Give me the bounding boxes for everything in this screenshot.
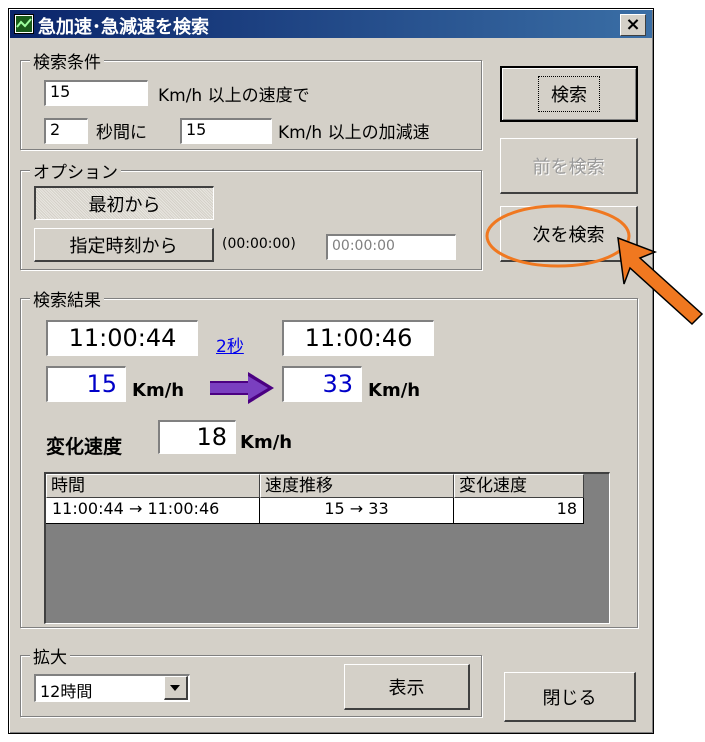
start-speed-display: 15 [46,366,126,402]
close-window-button[interactable]: × [620,14,646,36]
seconds-input[interactable]: 2 [44,118,88,144]
change-speed-display: 18 [158,420,236,454]
change-speed-label: 変化速度 [46,436,123,458]
options-legend: オプション [30,158,121,183]
end-time-display: 11:00:46 [282,320,434,356]
search-button[interactable]: 検索 [500,66,638,122]
start-time-display: 11:00:44 [46,320,198,356]
acceleration-label: Km/h 以上の加減速 [278,123,430,143]
table-cell-speed-transition[interactable]: 15 → 33 [260,498,454,524]
show-button[interactable]: 表示 [344,664,470,710]
zoom-legend: 拡大 [30,643,70,668]
speed-threshold-label: Km/h 以上の速度で [158,86,310,106]
chevron-down-icon [170,685,180,691]
zoom-dropdown-button[interactable] [164,676,188,700]
column-header-speed-change[interactable]: 変化速度 [454,474,584,498]
from-start-button[interactable]: 最初から [34,186,214,220]
transition-arrow-icon [210,372,274,404]
search-button-label: 検索 [538,76,600,112]
column-header-time[interactable]: 時間 [46,474,260,498]
specified-time-input[interactable]: 00:00:00 [326,234,456,260]
zoom-select-value: 12時間 [40,682,93,701]
from-time-button[interactable]: 指定時刻から [34,228,214,262]
window-title: 急加速･急減速を検索 [38,17,209,38]
search-criteria-legend: 検索条件 [30,48,104,73]
close-button[interactable]: 閉じる [504,672,636,722]
results-legend: 検索結果 [30,286,104,311]
acceleration-input[interactable]: 15 [180,118,272,144]
speed-threshold-input[interactable]: 15 [44,80,148,106]
table-cell-time[interactable]: 11:00:44 → 11:00:46 [46,498,260,524]
time-format-hint: (00:00:00) [222,236,296,252]
search-previous-button[interactable]: 前を検索 [500,138,638,194]
table-cell-speed-change[interactable]: 18 [454,498,584,524]
app-icon [14,14,34,34]
end-speed-unit: Km/h [368,380,421,401]
duration-link[interactable]: 2秒 [216,332,244,357]
column-header-speed-transition[interactable]: 速度推移 [260,474,454,498]
seconds-label: 秒間に [96,123,147,143]
start-speed-unit: Km/h [132,380,185,401]
highlight-ellipse [485,204,631,268]
end-speed-display: 33 [282,366,362,402]
change-speed-unit: Km/h [240,432,293,453]
